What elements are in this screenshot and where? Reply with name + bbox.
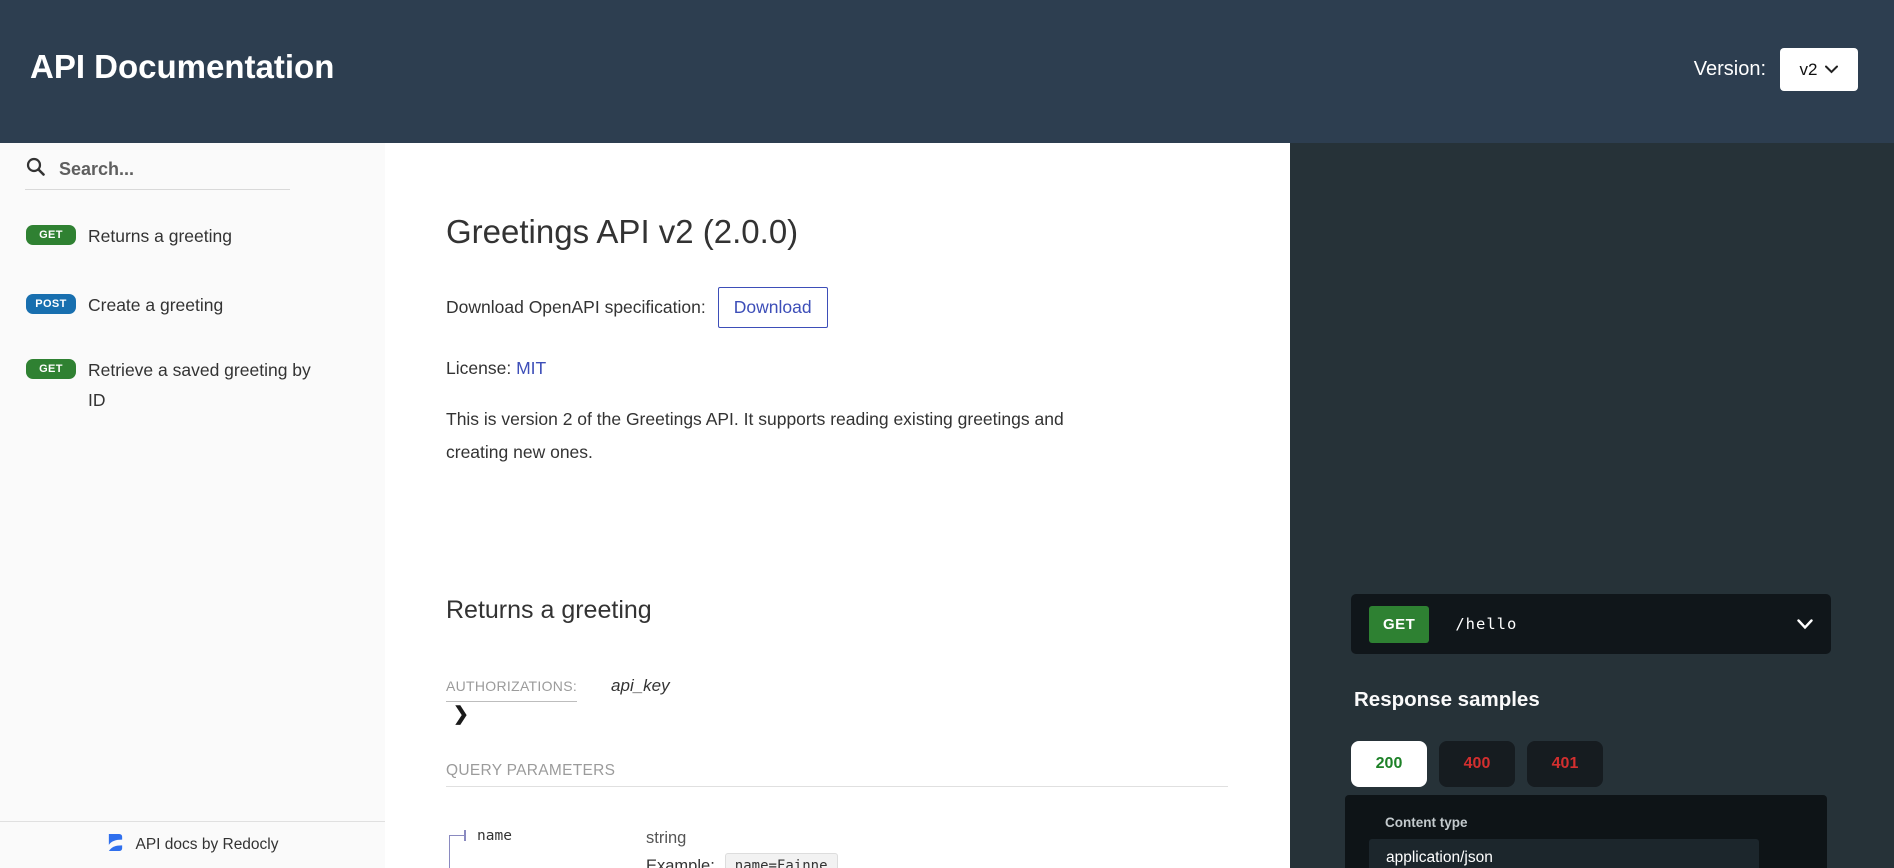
param-example-label: Example: <box>646 857 715 868</box>
authorizations-value[interactable]: api_key <box>611 676 670 696</box>
divider <box>446 786 1228 787</box>
download-button[interactable]: Download <box>718 287 828 328</box>
param-tree-line <box>449 835 464 836</box>
param-name: name <box>477 828 512 844</box>
samples-panel: GET /hello Response samples 200 400 401 … <box>1290 143 1894 868</box>
content-type-value: application/json <box>1386 849 1493 867</box>
content-type-label: Content type <box>1385 815 1468 830</box>
sidebar-item-create-a-greeting[interactable]: POST Create a greeting <box>26 290 356 320</box>
expand-auth-chevron-icon[interactable]: ❯ <box>453 703 469 726</box>
request-endpoint-bar[interactable]: GET /hello <box>1351 594 1831 654</box>
sidebar-footer-text: API docs by Redocly <box>135 836 278 854</box>
version-value: v2 <box>1800 60 1818 80</box>
license-link[interactable]: MIT <box>516 358 546 378</box>
app-header: API Documentation Version: v2 <box>0 0 1894 143</box>
sidebar-item-label: Create a greeting <box>88 290 223 320</box>
response-sample-container: Content type application/json <box>1345 795 1827 868</box>
query-parameters-label: QUERY PARAMETERS <box>446 762 615 780</box>
endpoint-path: /hello <box>1455 615 1517 633</box>
redocly-logo-icon <box>106 833 125 857</box>
sidebar: Search... GET Returns a greeting POST Cr… <box>0 143 385 868</box>
response-samples-title: Response samples <box>1354 688 1540 712</box>
chevron-down-icon <box>1797 619 1813 630</box>
param-example-value: name=Fainne <box>725 853 838 868</box>
search-input[interactable]: Search... <box>59 159 134 180</box>
download-label: Download OpenAPI specification: <box>446 297 706 318</box>
tab-200[interactable]: 200 <box>1351 741 1427 787</box>
param-type: string <box>646 829 686 848</box>
content-type-select[interactable]: application/json <box>1369 839 1759 868</box>
get-method-badge: GET <box>26 225 76 245</box>
sidebar-item-retrieve-saved-greeting[interactable]: GET Retrieve a saved greeting by ID <box>26 355 356 415</box>
api-title: Greetings API v2 (2.0.0) <box>446 213 798 251</box>
version-label: Version: <box>1694 58 1766 81</box>
api-description: This is version 2 of the Greetings API. … <box>446 403 1081 469</box>
tab-400[interactable]: 400 <box>1439 741 1515 787</box>
get-method-badge: GET <box>1369 606 1429 643</box>
sidebar-footer[interactable]: API docs by Redocly <box>0 821 385 868</box>
version-select[interactable]: v2 <box>1780 48 1858 91</box>
response-code-tabs: 200 400 401 <box>1351 741 1603 787</box>
page-title: API Documentation <box>30 48 334 86</box>
main-content: Greetings API v2 (2.0.0) Download OpenAP… <box>385 143 1290 868</box>
tab-401[interactable]: 401 <box>1527 741 1603 787</box>
authorizations-label: AUTHORIZATIONS: <box>446 678 577 702</box>
param-tree-line <box>449 835 450 868</box>
search-underline <box>25 189 290 190</box>
sidebar-item-label: Retrieve a saved greeting by ID <box>88 355 328 415</box>
param-tree-line <box>464 830 466 841</box>
chevron-down-icon <box>1825 61 1838 79</box>
operation-title: Returns a greeting <box>446 596 652 625</box>
sidebar-item-returns-a-greeting[interactable]: GET Returns a greeting <box>26 221 356 251</box>
license-label: License: <box>446 358 511 378</box>
post-method-badge: POST <box>26 294 76 314</box>
get-method-badge: GET <box>26 359 76 379</box>
search-icon <box>26 157 45 181</box>
sidebar-item-label: Returns a greeting <box>88 221 232 251</box>
